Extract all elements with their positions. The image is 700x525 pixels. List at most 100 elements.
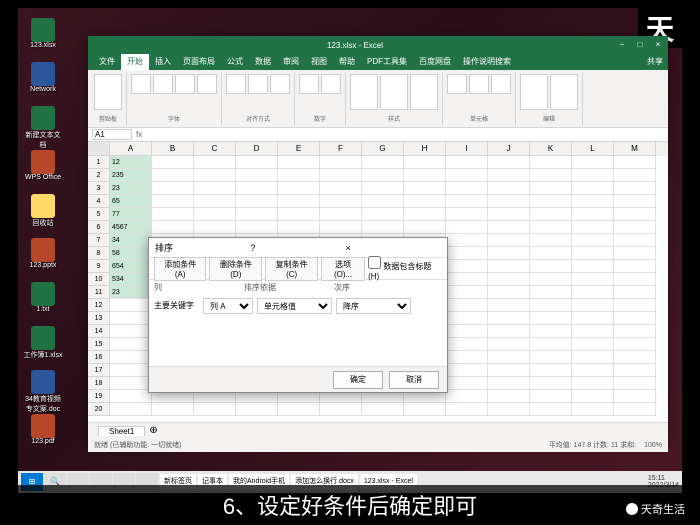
tab-review[interactable]: 审阅: [277, 54, 305, 70]
cell[interactable]: [446, 325, 488, 338]
cell[interactable]: [488, 286, 530, 299]
desktop-icon[interactable]: 123.pdf: [23, 414, 63, 456]
cell[interactable]: [614, 390, 656, 403]
cell[interactable]: [572, 286, 614, 299]
sheet-tab[interactable]: Sheet1: [98, 426, 145, 436]
cell[interactable]: [530, 247, 572, 260]
cell[interactable]: [236, 208, 278, 221]
row-header[interactable]: 3: [88, 182, 110, 195]
sort-column-select[interactable]: 列 A: [203, 298, 253, 314]
cell[interactable]: 12: [110, 156, 152, 169]
name-box[interactable]: A1: [92, 129, 132, 140]
tab-layout[interactable]: 页面布局: [177, 54, 221, 70]
delete-level-button[interactable]: 删除条件(D): [209, 257, 262, 281]
cell[interactable]: [572, 338, 614, 351]
fx-icon[interactable]: fx: [136, 130, 142, 139]
spreadsheet-grid[interactable]: A B C D E F G H I J K L M 11222353234655…: [88, 142, 668, 422]
cell[interactable]: [572, 312, 614, 325]
tab-help[interactable]: 帮助: [333, 54, 361, 70]
cell[interactable]: [614, 182, 656, 195]
font-button[interactable]: [131, 74, 151, 94]
cell[interactable]: [530, 390, 572, 403]
row-header[interactable]: 12: [88, 299, 110, 312]
cell[interactable]: [404, 169, 446, 182]
cell[interactable]: [530, 351, 572, 364]
cell[interactable]: [572, 247, 614, 260]
row-header[interactable]: 7: [88, 234, 110, 247]
cell[interactable]: [404, 403, 446, 416]
cell[interactable]: [278, 182, 320, 195]
cell[interactable]: [530, 234, 572, 247]
cell[interactable]: [530, 312, 572, 325]
cell[interactable]: 4567: [110, 221, 152, 234]
cell[interactable]: [362, 169, 404, 182]
cell[interactable]: [572, 325, 614, 338]
col-header[interactable]: B: [152, 142, 194, 156]
share-button[interactable]: 共享: [647, 54, 663, 70]
cell[interactable]: [614, 156, 656, 169]
row-header[interactable]: 13: [88, 312, 110, 325]
cell[interactable]: [362, 208, 404, 221]
add-level-button[interactable]: 添加条件(A): [154, 257, 206, 281]
cell[interactable]: [320, 403, 362, 416]
cell[interactable]: [110, 364, 152, 377]
add-sheet-icon[interactable]: ⊕: [149, 425, 157, 436]
cell[interactable]: [110, 312, 152, 325]
cell[interactable]: [488, 351, 530, 364]
dialog-help-icon[interactable]: ?: [250, 243, 345, 253]
cell[interactable]: [572, 377, 614, 390]
row-header[interactable]: 15: [88, 338, 110, 351]
cell[interactable]: [488, 390, 530, 403]
cell[interactable]: [446, 247, 488, 260]
cell[interactable]: [446, 273, 488, 286]
cell[interactable]: [446, 390, 488, 403]
cell[interactable]: [488, 182, 530, 195]
cell[interactable]: 77: [110, 208, 152, 221]
cell[interactable]: [278, 403, 320, 416]
cell[interactable]: [572, 169, 614, 182]
cell[interactable]: [446, 182, 488, 195]
cell[interactable]: [404, 208, 446, 221]
row-header[interactable]: 8: [88, 247, 110, 260]
cell[interactable]: [110, 403, 152, 416]
cell[interactable]: [488, 273, 530, 286]
cell[interactable]: [320, 221, 362, 234]
cell[interactable]: [614, 260, 656, 273]
cell[interactable]: [614, 312, 656, 325]
col-header[interactable]: D: [236, 142, 278, 156]
tab-data[interactable]: 数据: [249, 54, 277, 70]
cell[interactable]: [614, 169, 656, 182]
tab-insert[interactable]: 插入: [149, 54, 177, 70]
header-checkbox[interactable]: 数据包含标题(H): [368, 256, 442, 281]
dialog-close-icon[interactable]: ×: [346, 243, 441, 253]
cell[interactable]: [446, 338, 488, 351]
cell[interactable]: [530, 325, 572, 338]
cell[interactable]: [530, 377, 572, 390]
cell[interactable]: 65: [110, 195, 152, 208]
cell[interactable]: [488, 247, 530, 260]
desktop-icon[interactable]: 回收站: [23, 194, 63, 236]
cell[interactable]: [530, 403, 572, 416]
zoom-level[interactable]: 100%: [644, 442, 662, 449]
cell[interactable]: [446, 377, 488, 390]
desktop-icon[interactable]: Network: [23, 62, 63, 104]
cell[interactable]: [110, 351, 152, 364]
cell[interactable]: [236, 182, 278, 195]
col-header[interactable]: E: [278, 142, 320, 156]
cell[interactable]: [488, 260, 530, 273]
cell[interactable]: [530, 299, 572, 312]
cell[interactable]: [236, 221, 278, 234]
cell[interactable]: [614, 273, 656, 286]
cell[interactable]: [530, 169, 572, 182]
cell[interactable]: [320, 195, 362, 208]
row-header[interactable]: 17: [88, 364, 110, 377]
cell[interactable]: [110, 338, 152, 351]
cell[interactable]: [488, 403, 530, 416]
row-header[interactable]: 11: [88, 286, 110, 299]
cell[interactable]: [572, 221, 614, 234]
col-header[interactable]: C: [194, 142, 236, 156]
desktop-icon[interactable]: 新建文本文档: [23, 106, 63, 148]
cell[interactable]: [488, 156, 530, 169]
cell[interactable]: [236, 156, 278, 169]
cell[interactable]: [488, 338, 530, 351]
